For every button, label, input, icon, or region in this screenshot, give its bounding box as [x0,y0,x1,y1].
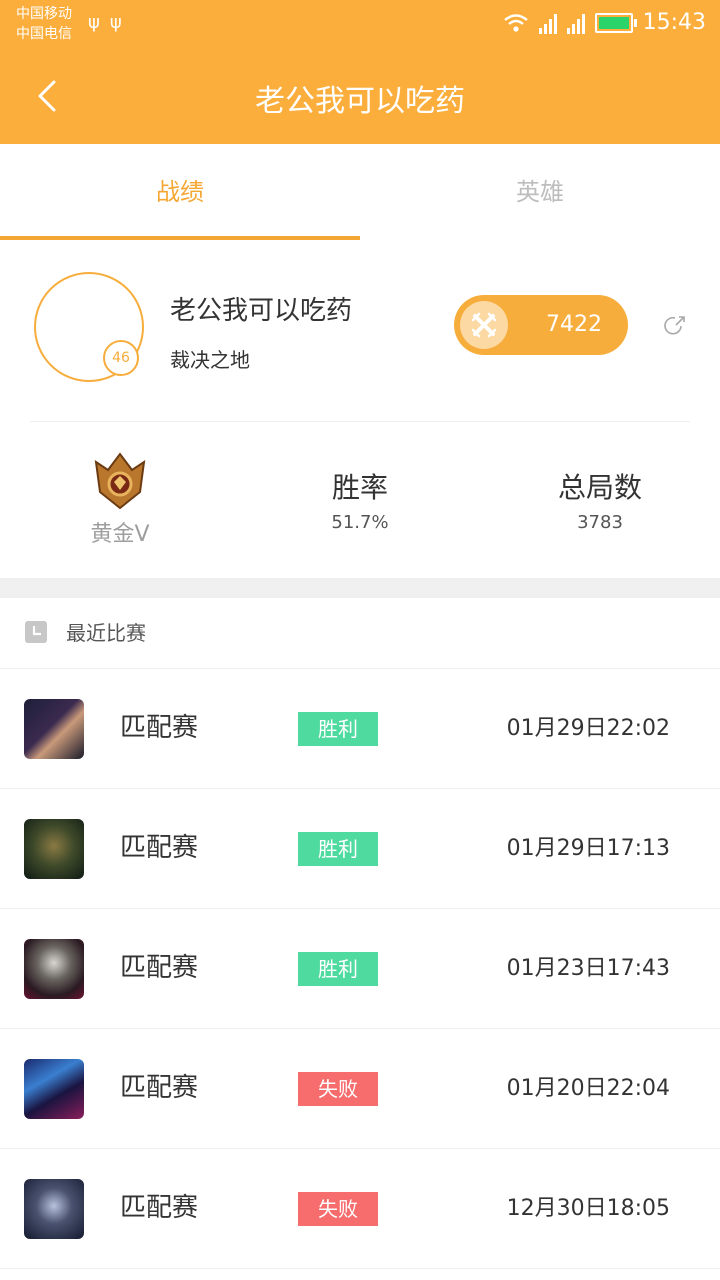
top-bar: 中国移动 中国电信 ψψ 15:43 老公我可以吃药 [0,0,720,144]
profile-card: 46 老公我可以吃药 裁决之地 7422 [0,240,720,420]
match-result-badge: 胜利 [298,712,378,746]
match-result-badge: 胜利 [298,952,378,986]
hero-portrait-icon [24,1179,84,1239]
match-result-badge: 失败 [298,1072,378,1106]
hero-portrait-icon [24,819,84,879]
clock-icon [25,621,47,643]
battery-icon [594,12,637,33]
tab-record[interactable]: 战绩 [0,144,360,240]
hero-portrait-icon [24,699,84,759]
match-time: 01月29日17:13 [506,836,670,861]
match-mode: 匹配赛 [120,953,199,983]
match-mode: 匹配赛 [120,833,199,863]
status-icons: 15:43 [503,10,706,35]
rank-name: 黄金V [90,522,150,547]
match-time: 01月20日22:04 [506,1076,670,1101]
wifi-icon [503,13,528,32]
carrier-2: 中国电信 [16,26,72,42]
win-rate-label: 胜率 [331,471,388,504]
match-result-badge: 失败 [298,1192,378,1226]
gold-rank-badge-icon [94,452,146,510]
match-mode: 匹配赛 [120,713,199,743]
match-mode: 匹配赛 [120,1193,199,1223]
recent-matches-title: 最近比赛 [66,621,146,645]
match-result-badge: 胜利 [298,832,378,866]
match-row[interactable]: 匹配赛 失败 12月30日18:05 [0,1149,720,1269]
match-list: 匹配赛 胜利 01月29日22:02 匹配赛 胜利 01月29日17:13 匹配… [0,669,720,1269]
section-gap [0,578,720,598]
match-row[interactable]: 匹配赛 胜利 01月29日22:02 [0,669,720,789]
recent-matches-header: 最近比赛 [0,598,720,669]
signal-icon-1 [538,12,557,34]
match-time: 01月23日17:43 [506,956,670,981]
status-time: 15:43 [642,10,706,35]
player-name: 老公我可以吃药 [170,296,353,326]
tab-bar: 战绩 英雄 [0,144,720,240]
status-bar: 中国移动 中国电信 ψψ 15:43 [0,0,720,48]
crossed-swords-icon [460,301,508,349]
signal-icon-2 [566,12,585,34]
win-rate-value: 51.7% [331,512,389,533]
stats-section: 黄金V 胜率 51.7% 总局数 3783 [0,422,720,578]
total-games-value: 3783 [577,512,623,533]
carrier-info: 中国移动 中国电信 [16,4,72,44]
score-pill[interactable]: 7422 [454,295,628,355]
carrier-1: 中国移动 [16,6,72,22]
match-row[interactable]: 匹配赛 失败 01月20日22:04 [0,1029,720,1149]
usb-icon: ψψ [88,12,132,33]
match-row[interactable]: 匹配赛 胜利 01月23日17:43 [0,909,720,1029]
tab-heroes[interactable]: 英雄 [360,144,720,240]
hero-portrait-icon [24,1059,84,1119]
share-icon[interactable] [664,315,686,337]
page-title: 老公我可以吃药 [255,84,465,119]
hero-portrait-icon [24,939,84,999]
title-bar: 老公我可以吃药 [0,48,720,144]
total-games-label: 总局数 [557,471,642,504]
score-value: 7422 [546,312,602,337]
level-badge: 46 [103,340,139,376]
match-mode: 匹配赛 [120,1073,199,1103]
server-name: 裁决之地 [170,348,250,372]
match-time: 12月30日18:05 [506,1196,670,1221]
match-row[interactable]: 匹配赛 胜利 01月29日17:13 [0,789,720,909]
match-time: 01月29日22:02 [506,716,670,741]
